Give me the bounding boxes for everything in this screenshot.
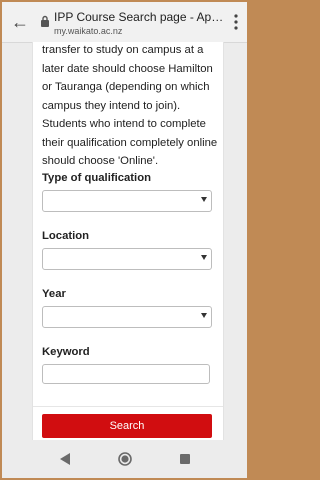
year-label: Year — [42, 288, 66, 300]
course-search-form: transfer to study on campus at a later d… — [32, 42, 224, 440]
divider — [33, 406, 223, 407]
android-nav-bar — [2, 440, 247, 478]
qualification-label: Type of qualification — [42, 172, 151, 184]
location-label: Location — [42, 230, 90, 242]
nav-recents-icon[interactable] — [180, 454, 190, 464]
lock-icon — [41, 15, 49, 27]
qualification-select[interactable] — [42, 190, 212, 212]
keyword-label: Keyword — [42, 346, 90, 358]
url-text[interactable]: my.waikato.ac.nz — [54, 26, 122, 36]
intro-paragraph: transfer to study on campus at a later d… — [42, 44, 218, 167]
keyword-input[interactable] — [42, 364, 210, 384]
phone-screen: ← IPP Course Search page - Appli... my.w… — [2, 2, 247, 478]
browser-toolbar: ← IPP Course Search page - Appli... my.w… — [2, 2, 247, 43]
search-button[interactable]: Search — [42, 414, 212, 438]
year-select[interactable] — [42, 306, 212, 328]
chevron-down-icon — [201, 255, 207, 260]
chevron-down-icon — [201, 313, 207, 318]
nav-back-icon[interactable] — [60, 453, 70, 465]
back-arrow-icon[interactable]: ← — [10, 12, 30, 32]
page-title[interactable]: IPP Course Search page - Appli... — [54, 10, 226, 24]
chevron-down-icon — [201, 197, 207, 202]
nav-home-icon[interactable] — [118, 452, 132, 466]
more-vert-icon[interactable] — [231, 12, 241, 32]
location-select[interactable] — [42, 248, 212, 270]
